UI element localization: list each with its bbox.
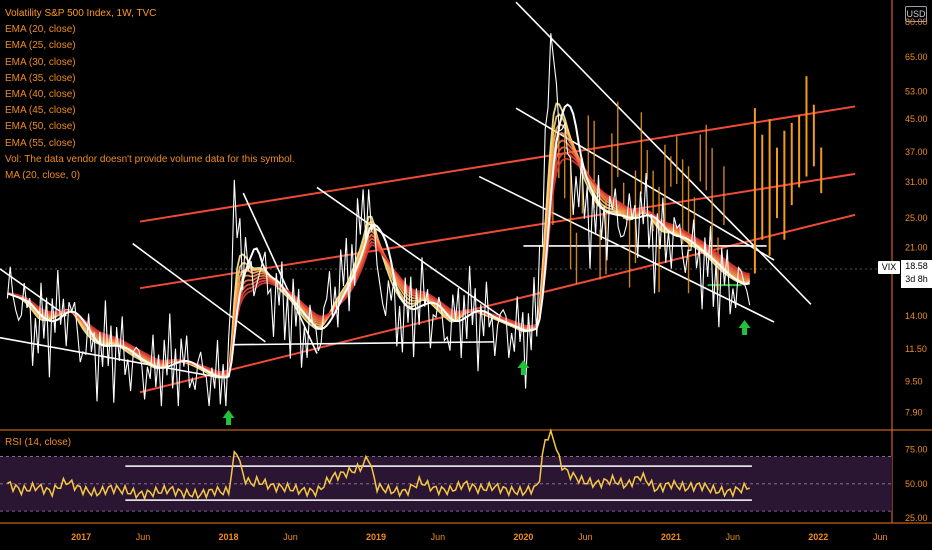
price-tick-9: 45.00 xyxy=(905,114,928,124)
legend-ema25[interactable]: EMA (25, close) xyxy=(5,38,295,54)
indicator-legend: Volatility S&P 500 Index, 1W, TVC EMA (2… xyxy=(5,6,295,184)
price-tick-0: 7.90 xyxy=(905,407,923,417)
legend-volume[interactable]: Vol: The data vendor doesn't provide vol… xyxy=(5,152,295,168)
price-tick-11: 65.00 xyxy=(905,52,928,62)
time-tick-0: 2017 xyxy=(71,532,91,542)
price-tick-7: 31.00 xyxy=(905,177,928,187)
legend-ema50[interactable]: EMA (50, close) xyxy=(5,119,295,135)
legend-ema30[interactable]: EMA (30, close) xyxy=(5,55,295,71)
time-tick-2: 2018 xyxy=(219,532,239,542)
price-value-tag: 18.58 3d 8h xyxy=(901,260,932,288)
time-tick-6: 2020 xyxy=(513,532,533,542)
time-tick-11: Jun xyxy=(873,532,888,542)
legend-ema45[interactable]: EMA (45, close) xyxy=(5,103,295,119)
symbol-tag: VIX xyxy=(878,261,900,274)
time-tick-10: 2022 xyxy=(808,532,828,542)
time-tick-5: Jun xyxy=(431,532,446,542)
rsi-tick-1: 50.00 xyxy=(905,479,928,489)
rsi-tick-2: 75.00 xyxy=(905,445,928,455)
legend-ma20[interactable]: MA (20, close, 0) xyxy=(5,168,295,184)
time-tick-1: Jun xyxy=(136,532,151,542)
price-tick-1: 9.50 xyxy=(905,376,923,386)
legend-ema55[interactable]: EMA (55, close) xyxy=(5,136,295,152)
legend-ema35[interactable]: EMA (35, close) xyxy=(5,71,295,87)
time-tick-9: Jun xyxy=(726,532,741,542)
time-tick-8: 2021 xyxy=(661,532,681,542)
rsi-tick-0: 25.00 xyxy=(905,513,928,523)
price-tick-8: 37.00 xyxy=(905,147,928,157)
rsi-legend[interactable]: RSI (14, close) xyxy=(5,437,71,448)
legend-ema20[interactable]: EMA (20, close) xyxy=(5,22,295,38)
price-tick-3: 14.00 xyxy=(905,311,928,321)
price-tick-6: 25.00 xyxy=(905,213,928,223)
time-tick-4: 2019 xyxy=(366,532,386,542)
time-tick-7: Jun xyxy=(578,532,593,542)
bar-countdown: 3d 8h xyxy=(905,274,928,284)
time-tick-3: Jun xyxy=(283,532,298,542)
price-tick-5: 21.00 xyxy=(905,243,928,253)
currency-button[interactable]: USD xyxy=(905,6,927,22)
chart-title: Volatility S&P 500 Index, 1W, TVC xyxy=(5,8,157,19)
price-tick-2: 11.50 xyxy=(905,344,927,354)
legend-ema40[interactable]: EMA (40, close) xyxy=(5,87,295,103)
price-tick-10: 53.00 xyxy=(905,86,928,96)
last-price: 18.58 xyxy=(905,261,928,271)
